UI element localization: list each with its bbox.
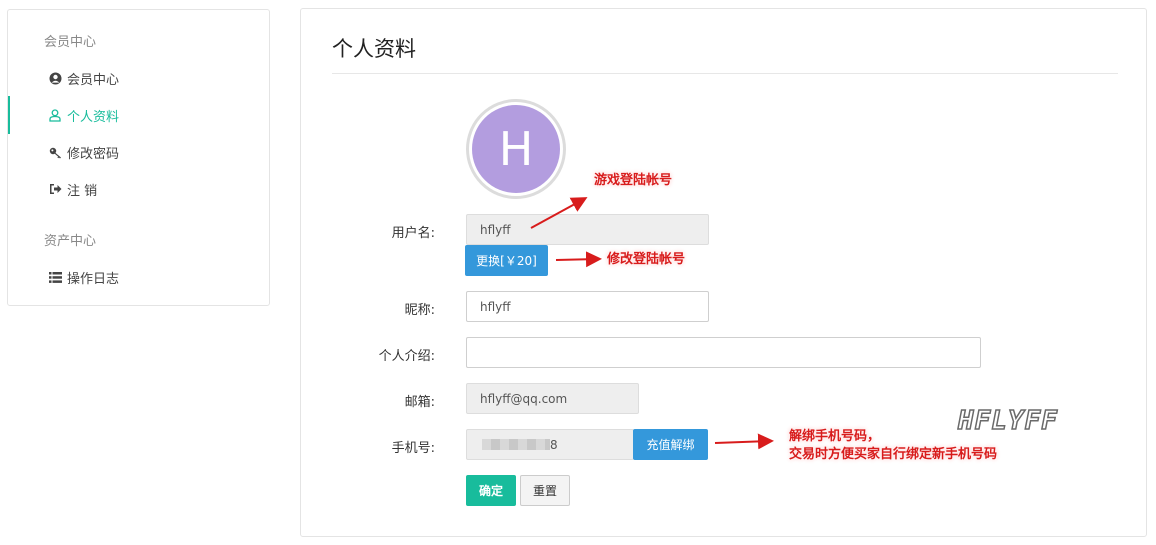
- intro-label: 个人介绍:: [378, 349, 435, 364]
- annotation-login-account: 游戏登陆帐号: [594, 173, 673, 188]
- sidebar-item-label: 会员中心: [67, 72, 120, 88]
- annotation-unbind-line2: 交易时方便买家自行绑定新手机号码: [789, 447, 998, 462]
- username-label: 用户名:: [391, 226, 435, 241]
- username-field: hflyff: [466, 214, 709, 245]
- masked-digits: [482, 439, 550, 450]
- annotation-change-account: 修改登陆帐号: [607, 252, 686, 267]
- page-title: 个人资料: [332, 37, 416, 61]
- user-icon: [48, 108, 62, 122]
- avatar-letter: H: [472, 105, 560, 193]
- intro-field[interactable]: [466, 337, 981, 368]
- change-username-button[interactable]: 更换[￥20]: [465, 245, 548, 276]
- sign-out-icon: [48, 182, 62, 196]
- user-circle-icon: [48, 71, 62, 85]
- email-field: hflyff@qq.com: [466, 383, 639, 414]
- key-icon: [48, 145, 62, 159]
- sidebar-item-label: 修改密码: [67, 146, 120, 162]
- sidebar-item-operation-log[interactable]: 操作日志: [8, 262, 269, 292]
- sidebar-item-label: 操作日志: [67, 271, 120, 287]
- sidebar-group-assets: 资产中心: [44, 234, 97, 249]
- unbind-phone-button[interactable]: 充值解绑: [633, 429, 708, 460]
- email-label: 邮箱:: [404, 395, 435, 410]
- sidebar-item-profile[interactable]: 个人资料: [8, 96, 269, 134]
- sidebar-group-member: 会员中心: [44, 35, 97, 50]
- nickname-label: 昵称:: [404, 303, 435, 318]
- list-icon: [48, 270, 62, 284]
- reset-button[interactable]: 重置: [520, 475, 570, 506]
- sidebar-item-label: 个人资料: [67, 109, 120, 125]
- profile-panel: 个人资料 H 用户名: hflyff 更换[￥20] 昵称: hflyff 个人…: [300, 8, 1147, 537]
- sidebar: 会员中心 会员中心 个人资料 修改密码 注 销 资产中心 操作日志: [7, 9, 270, 306]
- nickname-field[interactable]: hflyff: [466, 291, 709, 322]
- sidebar-item-member-center[interactable]: 会员中心: [8, 63, 269, 93]
- avatar[interactable]: H: [466, 99, 566, 199]
- phone-label: 手机号:: [391, 441, 435, 456]
- title-divider: [332, 73, 1118, 74]
- watermark-logo: HFLYFF: [957, 405, 1058, 437]
- sidebar-item-logout[interactable]: 注 销: [8, 174, 269, 204]
- sidebar-item-change-password[interactable]: 修改密码: [8, 137, 269, 167]
- sidebar-item-label: 注 销: [67, 183, 98, 199]
- phone-suffix: 8: [550, 437, 558, 452]
- annotation-unbind-line1: 解绑手机号码，: [789, 429, 881, 444]
- confirm-button[interactable]: 确定: [466, 475, 516, 506]
- phone-field: 8: [466, 429, 634, 460]
